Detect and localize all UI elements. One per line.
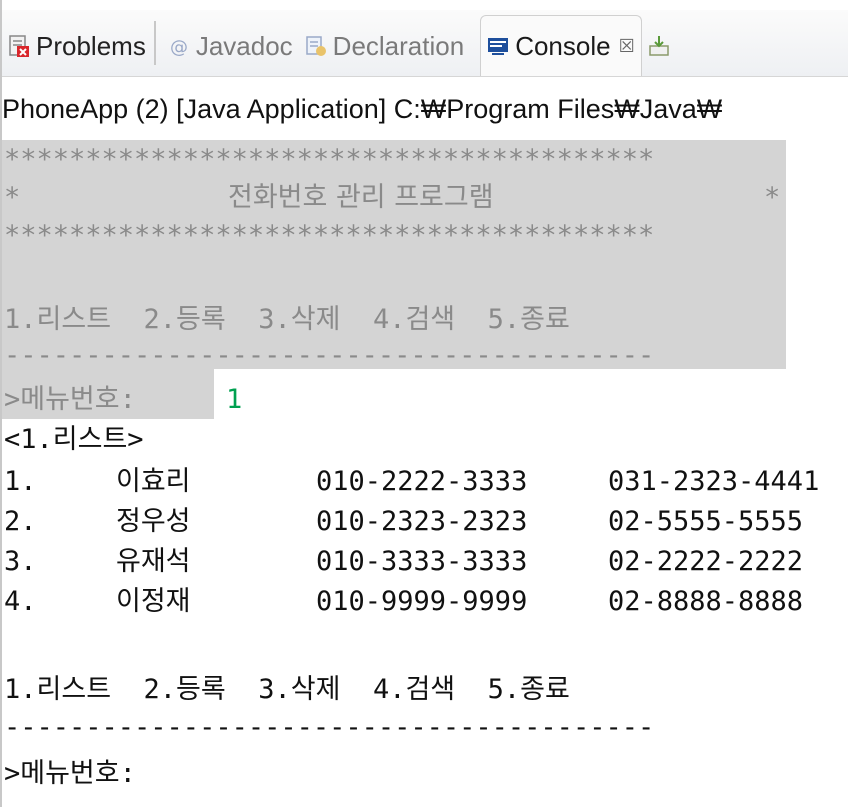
item-name: 이효리 (116, 466, 191, 497)
item-number: 2. (4, 506, 37, 537)
menu-prompt: >메뉴번호: (4, 758, 136, 789)
item-hp: 010-2222-3333 (316, 466, 528, 497)
item-company: 02-2222-2222 (608, 546, 804, 577)
menu-line: 1.리스트 2.등록 3.삭제 4.검색 5.종료 (4, 674, 570, 705)
item-number: 1. (4, 466, 37, 497)
title-right: * (764, 182, 781, 213)
stars-line: **************************************** (4, 144, 655, 175)
title-line: * 전화번호 관리 프로그램 * (4, 178, 794, 218)
item-company: 02-5555-5555 (608, 506, 804, 537)
item-name: 이정재 (116, 586, 191, 617)
item-hp: 010-2323-2323 (316, 506, 528, 537)
stars-line: **************************************** (4, 220, 655, 251)
title-left: * (4, 182, 21, 213)
menu-prompt: >메뉴번호: (4, 384, 136, 415)
item-number: 4. (4, 586, 37, 617)
dashes-line: ---------------------------------------- (4, 340, 655, 371)
item-number: 3. (4, 546, 37, 577)
list-header: <1.리스트> (4, 424, 144, 455)
console-output[interactable]: ****************************************… (0, 0, 848, 807)
item-company: 02-8888-8888 (608, 586, 804, 617)
dashes-line: ---------------------------------------- (4, 712, 655, 743)
item-name: 정우성 (116, 506, 191, 537)
item-hp: 010-9999-9999 (316, 586, 528, 617)
item-hp: 010-3333-3333 (316, 546, 528, 577)
item-company: 031-2323-4441 (608, 466, 820, 497)
user-input: 1 (226, 384, 243, 415)
program-title: 전화번호 관리 프로그램 (228, 182, 494, 213)
item-name: 유재석 (116, 546, 191, 577)
menu-line: 1.리스트 2.등록 3.삭제 4.검색 5.종료 (4, 304, 570, 335)
